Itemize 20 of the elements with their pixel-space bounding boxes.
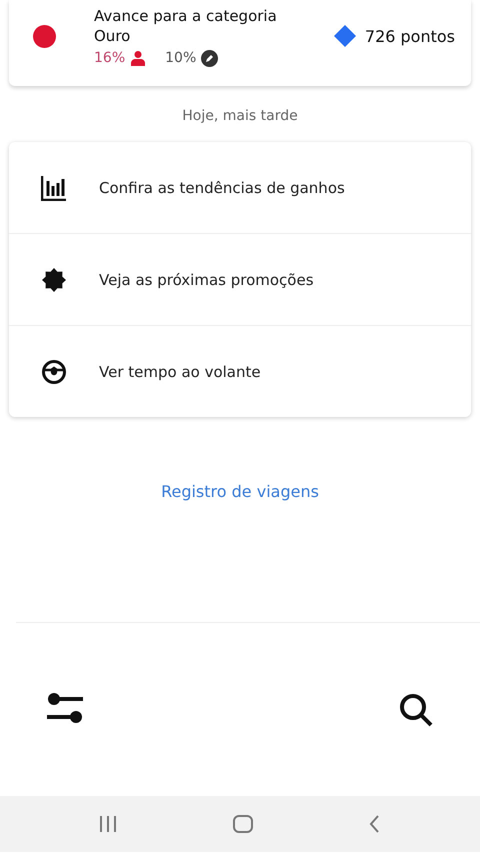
acceptance-rate: 16% <box>94 50 126 66</box>
section-label: Hoje, mais tarde <box>182 108 298 124</box>
badge-icon <box>41 266 67 292</box>
diamond-icon <box>332 24 357 48</box>
action-item[interactable]: Veja as próximas promoções <box>99 270 314 288</box>
action-item[interactable]: Ver tempo ao volante <box>99 362 261 380</box>
bar-chart-icon <box>41 174 67 200</box>
home-icon[interactable] <box>232 815 253 833</box>
steering-wheel-icon <box>41 358 67 384</box>
points-value: 726 pontos <box>364 26 455 46</box>
tier-name: Ouro <box>94 26 132 46</box>
recent-apps-icon[interactable] <box>98 815 118 833</box>
pencil-icon <box>201 50 218 66</box>
trips-link[interactable]: Registro de viagens <box>161 482 319 501</box>
tier-dot-icon <box>33 24 56 48</box>
cancellation-rate: 10% <box>165 50 196 66</box>
action-item[interactable]: Confira as tendências de ganhos <box>99 178 345 196</box>
tier-title: Avance para a categoria <box>94 6 278 26</box>
search-icon[interactable] <box>399 692 433 726</box>
person-icon <box>130 50 146 66</box>
